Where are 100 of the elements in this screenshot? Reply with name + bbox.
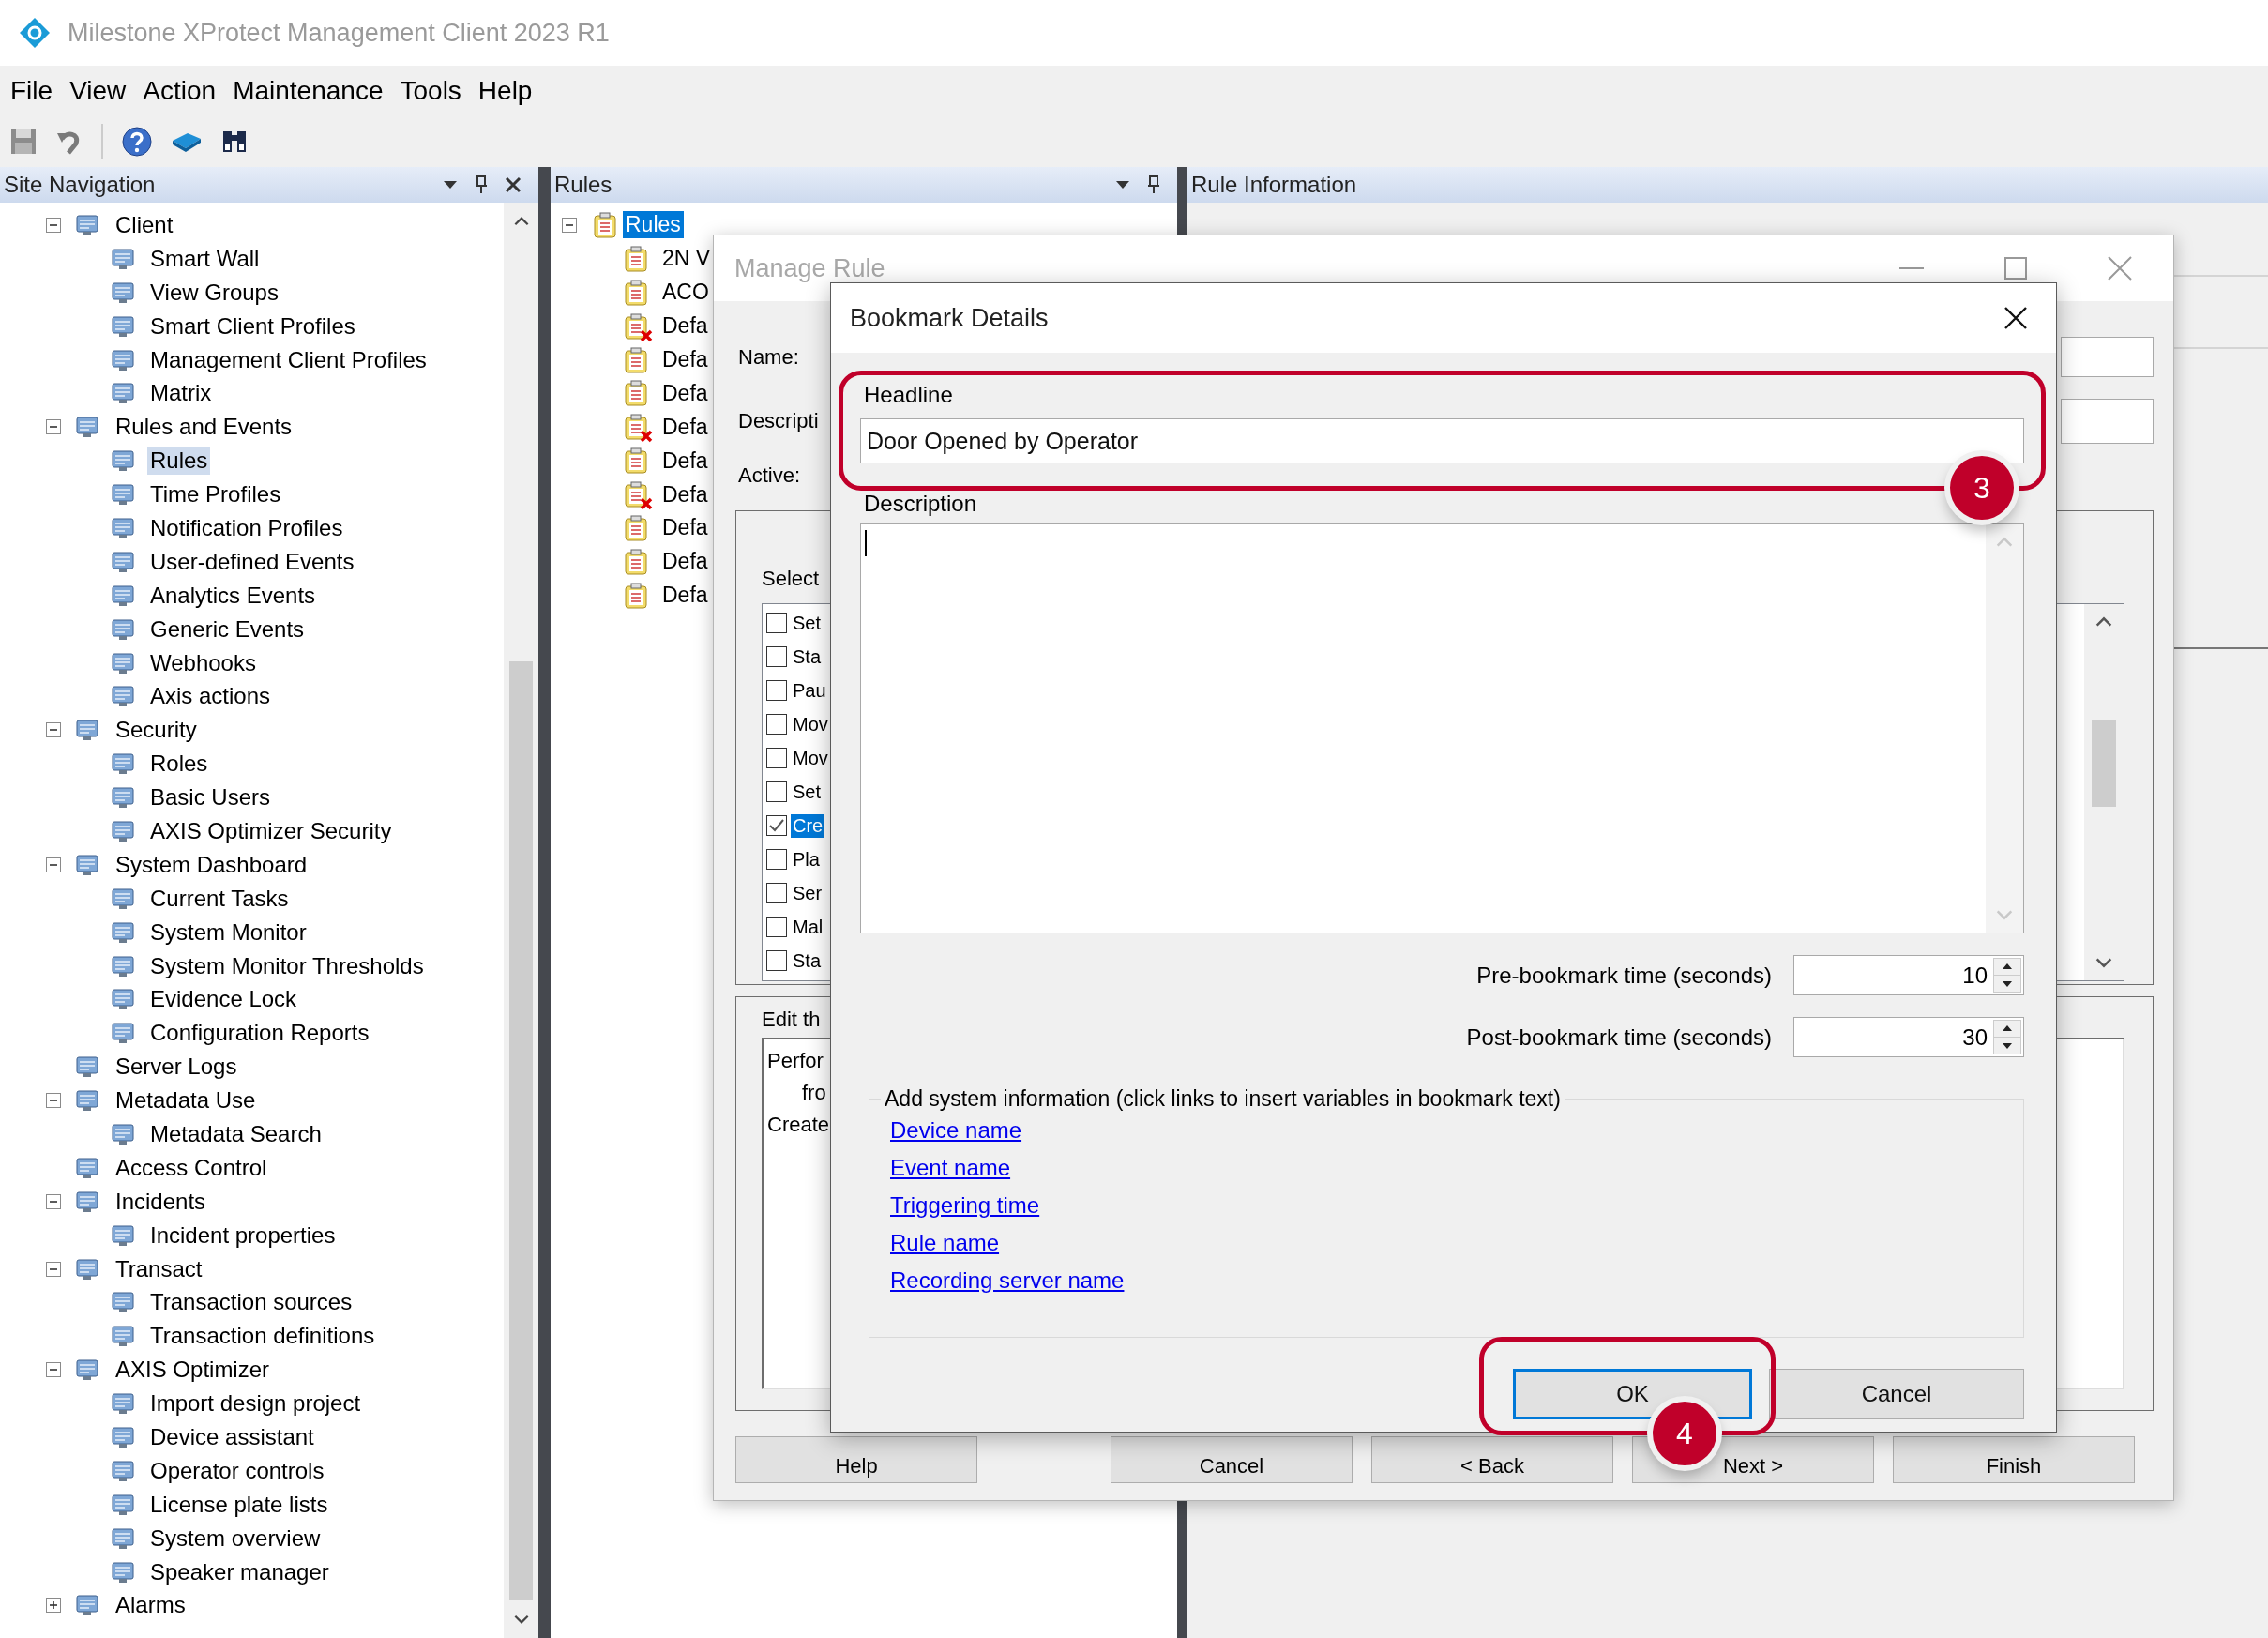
- menu-item[interactable]: Action: [134, 74, 225, 108]
- tree-item[interactable]: Operator controls: [147, 1456, 327, 1485]
- dialog-button[interactable]: Cancel: [1769, 1369, 2024, 1419]
- pin-icon[interactable]: [475, 175, 488, 194]
- tree-item[interactable]: Configuration Reports: [147, 1019, 372, 1048]
- list-item[interactable]: Sta: [791, 645, 824, 669]
- checkbox[interactable]: [766, 883, 787, 903]
- checkbox[interactable]: [766, 815, 787, 836]
- list-item[interactable]: Pla: [791, 847, 822, 872]
- list-item[interactable]: Set: [791, 611, 824, 635]
- dialog-button[interactable]: Finish: [1893, 1436, 2135, 1483]
- list-item[interactable]: Sta: [791, 948, 824, 973]
- spinner-arrows-icon[interactable]: [1993, 958, 2021, 993]
- menu-item[interactable]: View: [61, 74, 135, 108]
- tree-item[interactable]: Defa: [659, 514, 711, 542]
- tree-item[interactable]: Roles: [147, 750, 211, 779]
- variable-link[interactable]: Recording server name: [890, 1262, 1125, 1299]
- scrollbar-thumb[interactable]: [509, 661, 533, 1600]
- minimize-icon[interactable]: [1899, 266, 1924, 270]
- tree-item[interactable]: Incidents: [113, 1187, 209, 1216]
- tree-item[interactable]: User-defined Events: [147, 547, 357, 576]
- checkbox[interactable]: [766, 680, 787, 701]
- tree-item[interactable]: Evidence Lock: [147, 985, 300, 1014]
- tree-item[interactable]: System overview: [147, 1524, 324, 1553]
- close-icon[interactable]: [2003, 306, 2028, 330]
- dialog-button[interactable]: Help: [735, 1436, 977, 1483]
- tree-item[interactable]: Security: [113, 716, 200, 745]
- text-field[interactable]: [2061, 399, 2154, 444]
- tree-item[interactable]: Client: [113, 210, 176, 239]
- description-field[interactable]: [860, 523, 2024, 933]
- tree-item[interactable]: Rules and Events: [113, 413, 295, 442]
- minus-box-icon[interactable]: [45, 418, 62, 436]
- tree-item[interactable]: Defa: [659, 548, 711, 576]
- checkbox[interactable]: [766, 714, 787, 735]
- tree-item[interactable]: Defa: [659, 582, 711, 610]
- tree-item[interactable]: Analytics Events: [147, 581, 319, 610]
- checkbox[interactable]: [766, 613, 787, 633]
- maximize-icon[interactable]: [2004, 257, 2027, 280]
- tree-item[interactable]: Basic Users: [147, 783, 274, 812]
- number-field[interactable]: 10: [1793, 955, 2024, 995]
- tree-item[interactable]: Alarms: [113, 1591, 189, 1620]
- minus-box-icon[interactable]: [45, 216, 62, 234]
- tree-item[interactable]: Defa: [659, 346, 711, 373]
- minus-box-icon[interactable]: [561, 216, 578, 234]
- checkbox[interactable]: [766, 781, 787, 802]
- list-item[interactable]: Mov: [791, 712, 830, 736]
- variable-link[interactable]: Event name: [890, 1149, 1011, 1187]
- tree-item[interactable]: View Groups: [147, 278, 281, 307]
- list-item[interactable]: Pau: [791, 678, 828, 703]
- list-item[interactable]: Mal: [791, 915, 825, 939]
- scrollbar-thumb[interactable]: [2092, 720, 2116, 807]
- tree-item[interactable]: 2N V: [659, 245, 714, 273]
- tree-item[interactable]: ACO: [659, 279, 712, 307]
- menu-item[interactable]: Tools: [391, 74, 470, 108]
- minus-box-icon[interactable]: [45, 721, 62, 739]
- tree-item[interactable]: Transact: [113, 1254, 205, 1283]
- tree-item[interactable]: Axis actions: [147, 682, 274, 711]
- checkbox[interactable]: [766, 849, 787, 870]
- tree-item[interactable]: Current Tasks: [147, 884, 292, 913]
- help-icon[interactable]: [121, 126, 153, 158]
- minus-box-icon[interactable]: [45, 1092, 62, 1110]
- minus-box-icon[interactable]: [45, 1192, 62, 1210]
- close-icon[interactable]: [505, 176, 522, 193]
- dialog-button[interactable]: < Back: [1371, 1436, 1613, 1483]
- tree-item[interactable]: Access Control: [113, 1153, 270, 1182]
- list-item[interactable]: Cre: [791, 813, 825, 838]
- tree-item[interactable]: Metadata Use: [113, 1086, 259, 1115]
- variable-link[interactable]: Triggering time: [890, 1187, 1040, 1224]
- tree-item[interactable]: Smart Client Profiles: [147, 311, 358, 341]
- tree-item[interactable]: System Monitor Thresholds: [147, 951, 427, 980]
- tree-item[interactable]: Management Client Profiles: [147, 345, 430, 374]
- menu-item[interactable]: Help: [469, 74, 541, 108]
- number-field[interactable]: 30: [1793, 1017, 2024, 1057]
- checkbox[interactable]: [766, 950, 787, 971]
- tree-item[interactable]: Smart Wall: [147, 244, 263, 273]
- tree-item[interactable]: Generic Events: [147, 614, 308, 644]
- tree-item[interactable]: AXIS Optimizer Security: [147, 816, 395, 845]
- tree-item[interactable]: Time Profiles: [147, 480, 284, 509]
- tree-item[interactable]: System Dashboard: [113, 850, 310, 879]
- variable-link[interactable]: Rule name: [890, 1224, 1000, 1262]
- dialog-button[interactable]: OK: [1513, 1369, 1752, 1419]
- tree-item[interactable]: Defa: [659, 447, 711, 475]
- tree-item[interactable]: Incident properties: [147, 1221, 339, 1250]
- minus-box-icon[interactable]: [45, 1260, 62, 1278]
- tree-item[interactable]: AXIS Optimizer: [113, 1356, 273, 1385]
- dialog-button[interactable]: Cancel: [1111, 1436, 1353, 1483]
- tree-item[interactable]: Server Logs: [113, 1053, 240, 1082]
- tree-item[interactable]: Rules: [147, 447, 211, 476]
- list-item[interactable]: Mov: [791, 746, 830, 770]
- tree-item[interactable]: Metadata Search: [147, 1120, 325, 1148]
- dropdown-arrow-icon[interactable]: [1115, 180, 1130, 190]
- list-item[interactable]: Set: [791, 780, 824, 804]
- tree-item[interactable]: License plate lists: [147, 1490, 331, 1519]
- tree-item[interactable]: Defa: [659, 379, 711, 407]
- checkbox[interactable]: [766, 646, 787, 667]
- tree-item[interactable]: Transaction sources: [147, 1288, 355, 1317]
- minus-box-icon[interactable]: [45, 856, 62, 873]
- text-field[interactable]: [2061, 337, 2154, 377]
- minus-box-icon[interactable]: [45, 1361, 62, 1379]
- dropdown-arrow-icon[interactable]: [443, 180, 458, 190]
